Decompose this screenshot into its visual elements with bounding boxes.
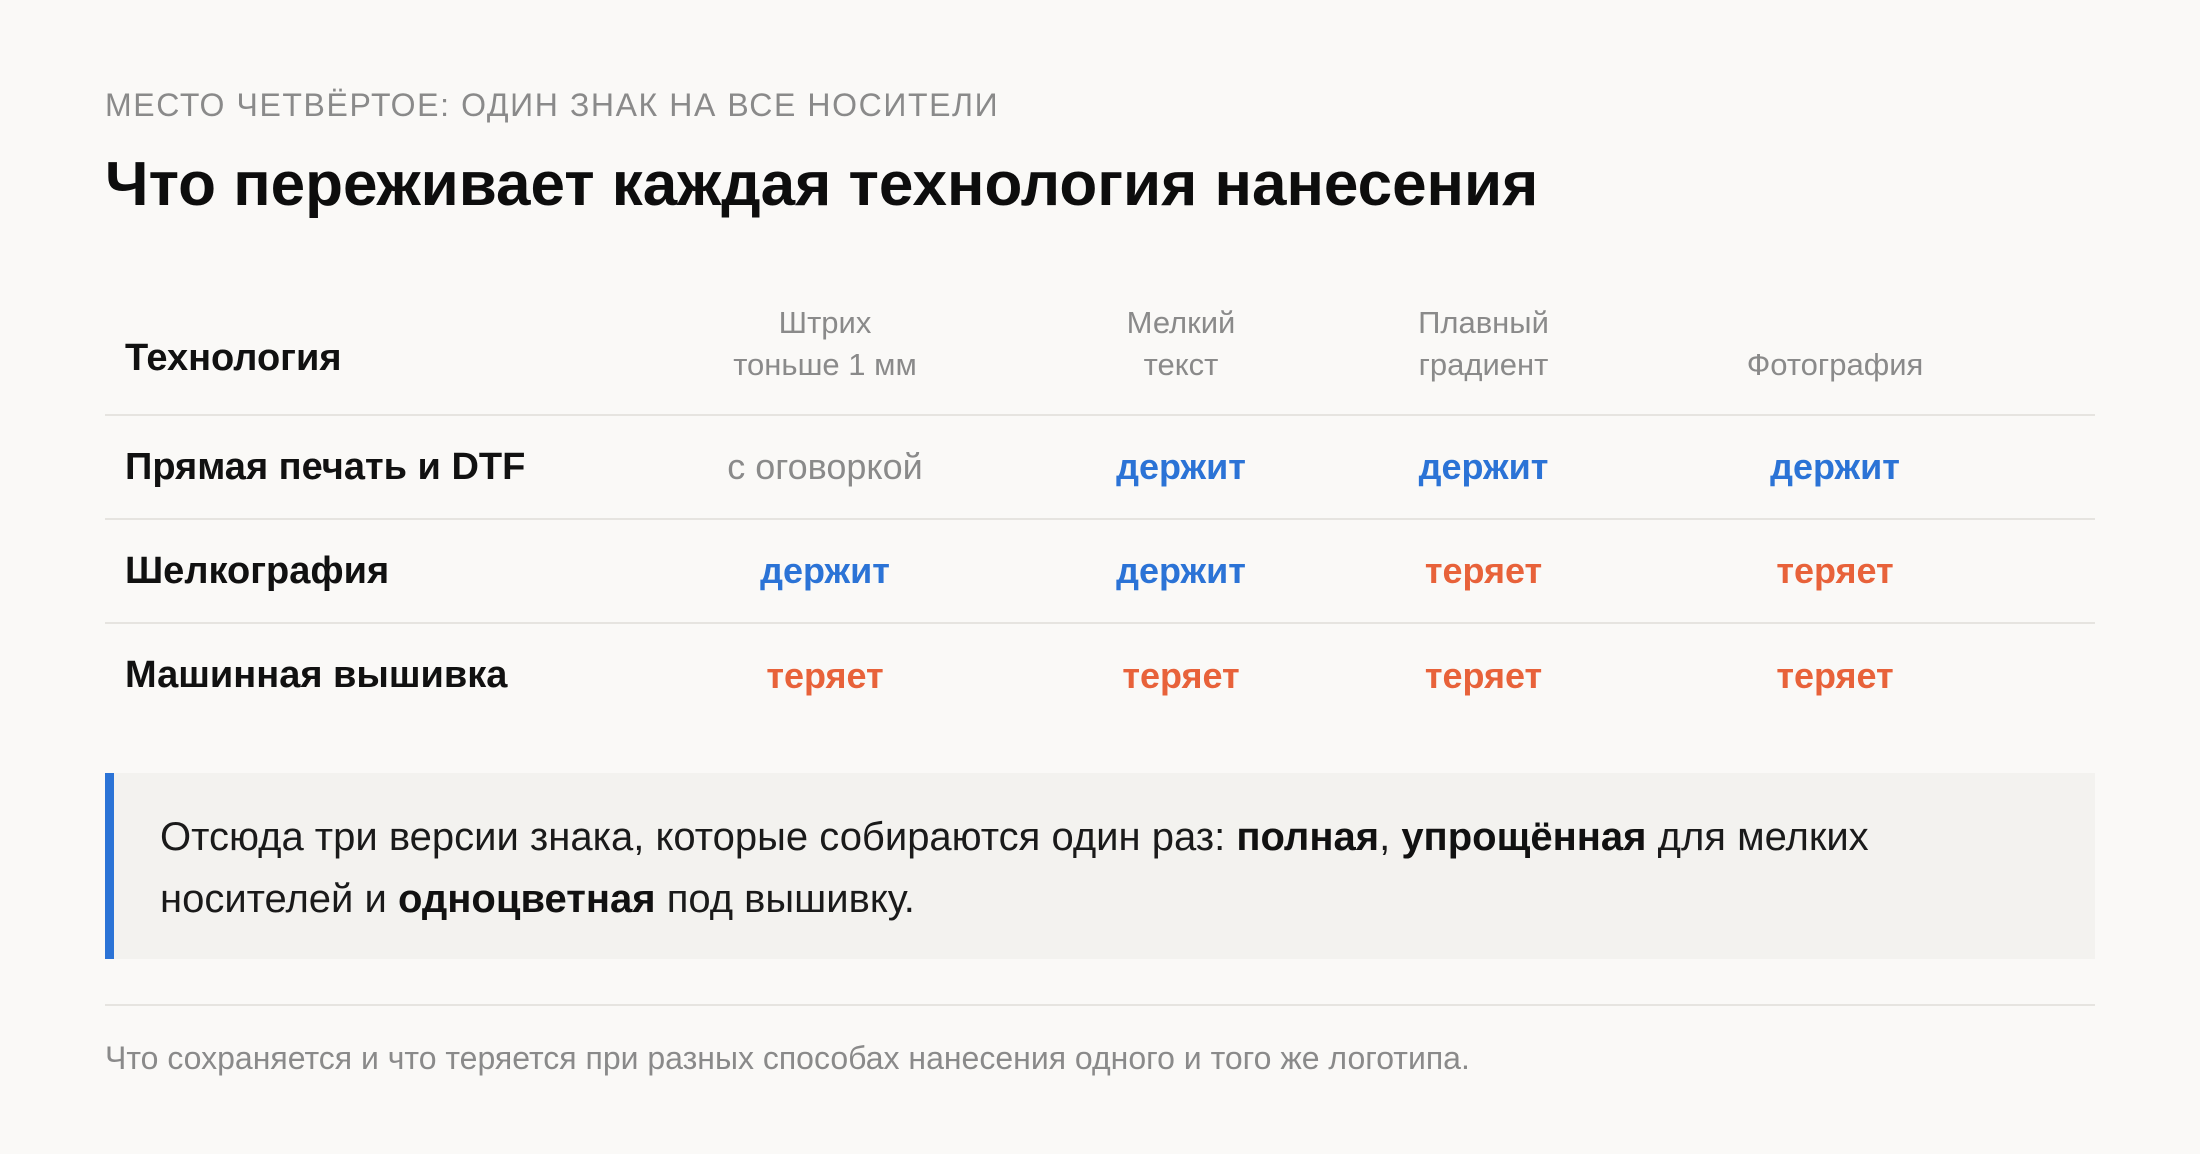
column-header-gradient: Плавный градиент — [1392, 288, 1575, 415]
status-cell: держит — [1116, 446, 1246, 487]
column-header-line: градиент — [1418, 347, 1549, 382]
table-row: Машинная вышивка теряет теряет теряет те… — [105, 623, 2095, 727]
column-header-line: текст — [1143, 347, 1219, 382]
callout-note: Отсюда три версии знака, которые собираю… — [105, 773, 2095, 959]
column-header-line: Плавный — [1418, 305, 1549, 340]
column-header-small-text: Мелкий текст — [970, 288, 1392, 415]
column-header-line: Фотография — [1746, 347, 1924, 382]
column-header-line: Штрих — [778, 305, 872, 340]
column-header-technology: Технология — [125, 337, 342, 379]
status-cell: держит — [760, 550, 890, 591]
section-kicker: МЕСТО ЧЕТВЁРТОЕ: ОДИН ЗНАК НА ВСЕ НОСИТЕ… — [105, 87, 1000, 123]
table-row: Прямая печать и DTF с оговоркой держит д… — [105, 415, 2095, 519]
column-header-photo: Фотография — [1575, 288, 2095, 415]
row-label-embroidery: Машинная вышивка — [125, 654, 508, 696]
status-cell: держит — [1770, 446, 1900, 487]
callout-bold-simplified: упрощённая — [1401, 815, 1647, 859]
figure-caption: Что сохраняется и что теряется при разны… — [105, 1040, 1470, 1076]
technology-matrix-table: Технология Штрих тоньше 1 мм Мелкий текс… — [105, 288, 2095, 727]
status-cell: теряет — [1776, 654, 1894, 696]
callout-text: , — [1379, 815, 1402, 859]
column-header-line: Мелкий — [1126, 305, 1236, 340]
callout-bold-full: полная — [1236, 815, 1380, 859]
status-cell: теряет — [1122, 654, 1240, 696]
caption-divider — [105, 1004, 2095, 1006]
status-cell: держит — [1418, 446, 1549, 487]
column-header-thin-stroke: Штрих тоньше 1 мм — [680, 288, 970, 415]
table-header-row: Технология Штрих тоньше 1 мм Мелкий текс… — [105, 288, 2095, 415]
page-title: Что переживает каждая технология нанесен… — [105, 150, 1539, 219]
callout-text: под вышивку. — [655, 877, 915, 921]
status-cell: теряет — [1424, 654, 1543, 696]
callout-text: Отсюда три версии знака, которые собираю… — [160, 815, 1237, 859]
row-label-screen-print: Шелкография — [125, 549, 390, 592]
status-cell: держит — [1116, 550, 1246, 591]
status-cell: теряет — [766, 654, 884, 696]
row-label-direct-print: Прямая печать и DTF — [125, 445, 526, 488]
table-row: Шелкография держит держит теряет теряет — [105, 519, 2095, 623]
column-header-line: тоньше 1 мм — [733, 347, 917, 382]
callout-bold-monochrome: одноцветная — [397, 877, 656, 921]
status-cell: теряет — [1776, 550, 1894, 591]
status-cell: с оговоркой — [727, 446, 923, 487]
status-cell: теряет — [1424, 550, 1543, 591]
